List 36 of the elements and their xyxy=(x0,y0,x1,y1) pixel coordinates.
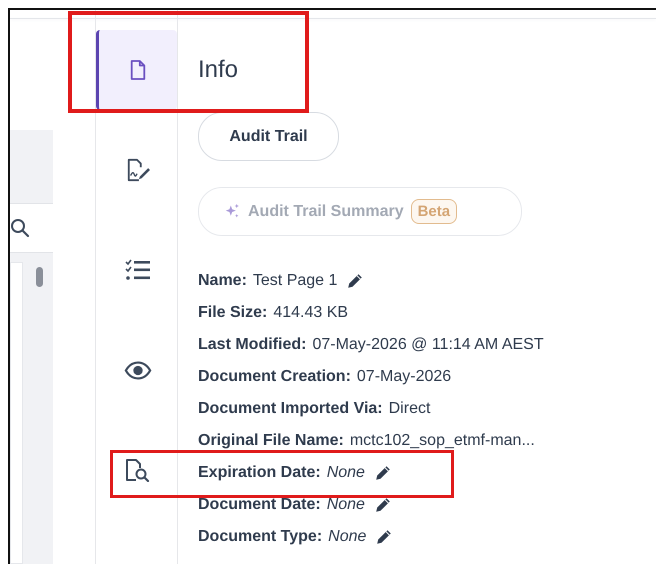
field-value: 07-May-2026 @ 11:14 AM AEST xyxy=(312,336,544,354)
field-label: Original File Name: xyxy=(198,432,344,450)
field-value: 07-May-2026 xyxy=(356,368,452,386)
beta-badge: Beta xyxy=(410,199,458,224)
audit-trail-button[interactable]: Audit Trail xyxy=(198,112,339,161)
field-label: Name: xyxy=(198,272,247,290)
field-value: mctc102_sop_etmf-man... xyxy=(350,432,535,450)
pencil-icon[interactable] xyxy=(374,465,391,481)
field-label: Expiration Date: xyxy=(198,464,321,482)
eye-icon xyxy=(124,360,152,380)
summary-label: Audit Trail Summary xyxy=(248,202,404,220)
field-label: Document Date: xyxy=(198,496,321,514)
field-value: None xyxy=(328,528,366,546)
signed-document-icon xyxy=(126,158,150,182)
field-label: Last Modified: xyxy=(198,336,306,354)
field-value: None xyxy=(326,464,365,482)
checklist-icon xyxy=(125,259,151,281)
document-search-icon xyxy=(125,458,151,482)
scrollbar-thumb[interactable] xyxy=(36,267,43,287)
field-label: Document Creation: xyxy=(198,368,351,386)
sparkle-icon xyxy=(224,203,241,220)
pencil-icon[interactable] xyxy=(374,497,391,513)
document-icon xyxy=(129,59,147,81)
field-label: Document Imported Via: xyxy=(198,400,383,418)
field-label: Document Type: xyxy=(198,528,322,546)
field-label: File Size: xyxy=(198,304,268,322)
pencil-icon[interactable] xyxy=(376,529,392,545)
field-value: 414.43 KB xyxy=(273,304,348,322)
search-field[interactable] xyxy=(10,203,53,253)
field-value: Test Page 1 xyxy=(252,272,338,290)
field-value: None xyxy=(326,496,365,514)
sidebar-tab[interactable] xyxy=(96,30,177,110)
search-icon xyxy=(10,218,30,238)
field-value: Direct xyxy=(388,400,430,418)
panel-title: Info xyxy=(198,55,240,85)
pencil-icon[interactable] xyxy=(347,273,364,289)
